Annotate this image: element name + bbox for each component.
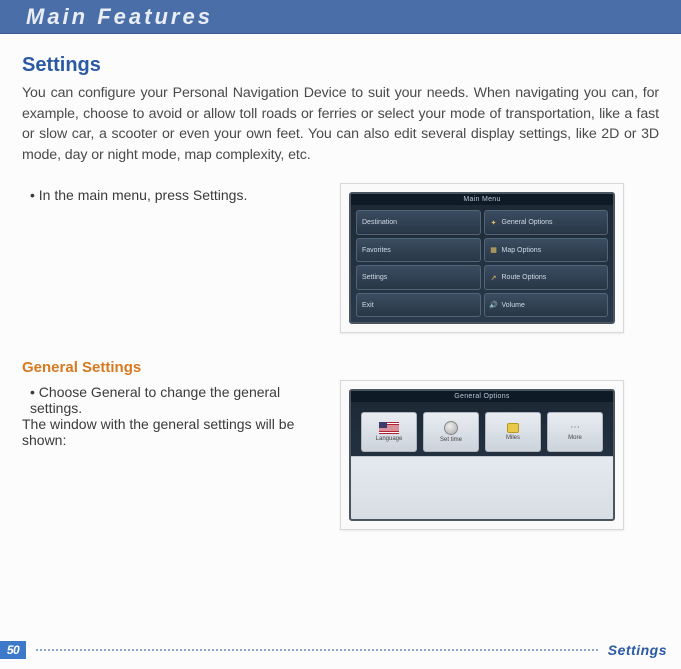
row-mainmenu: • In the main menu, press Settings. Main… [22, 183, 659, 333]
menu-exit[interactable]: Exit [356, 293, 481, 318]
device-title: Main Menu [351, 194, 613, 205]
menu-general-options[interactable]: ✦General Options [484, 210, 609, 235]
menu-settings[interactable]: Settings [356, 265, 481, 290]
page-number-badge: 50 [0, 641, 26, 659]
flag-us-icon [379, 422, 399, 434]
device-general-options: General Options Language Set time [349, 389, 615, 521]
subsection-title: General Settings [22, 359, 659, 376]
row-general: • Choose General to change the general s… [22, 380, 659, 530]
header-bar: Main Features [0, 0, 681, 34]
device-grid: Destination ✦General Options Favorites ▦… [351, 205, 613, 322]
tile-set-time[interactable]: Set time [423, 412, 479, 452]
bullet-press-settings: • In the main menu, press Settings. [22, 187, 322, 203]
map-icon: ▦ [490, 246, 498, 254]
device2-tile-row: Language Set time Miles ⋯ More [351, 402, 613, 456]
menu-favorites[interactable]: Favorites [356, 238, 481, 263]
device2-blank-area [351, 456, 613, 519]
route-icon: ↗ [490, 274, 498, 282]
clock-icon [444, 421, 458, 435]
menu-map-options[interactable]: ▦Map Options [484, 238, 609, 263]
volume-icon: 🔊 [490, 301, 498, 309]
content-area: Settings You can configure your Personal… [0, 34, 681, 530]
wrench-icon: ✦ [490, 219, 498, 227]
footer-dots [36, 649, 598, 651]
more-icon: ⋯ [570, 423, 580, 433]
bullet-choose-general: • Choose General to change the general s… [22, 384, 322, 416]
sub-left-col: • Choose General to change the general s… [22, 380, 322, 530]
menu-route-options[interactable]: ↗Route Options [484, 265, 609, 290]
subsection-line: The window with the general settings wil… [22, 416, 322, 448]
tile-language[interactable]: Language [361, 412, 417, 452]
figure-main-menu: Main Menu Destination ✦General Options F… [340, 183, 624, 333]
page-header-title: Main Features [26, 4, 213, 30]
footer-label: Settings [608, 642, 667, 658]
figure-general-options: General Options Language Set time [340, 380, 624, 530]
units-icon [507, 423, 519, 433]
tile-more[interactable]: ⋯ More [547, 412, 603, 452]
device-main-menu: Main Menu Destination ✦General Options F… [349, 192, 615, 324]
section-title: Settings [22, 54, 659, 77]
device2-body: Language Set time Miles ⋯ More [351, 402, 613, 519]
tile-miles[interactable]: Miles [485, 412, 541, 452]
section-body: You can configure your Personal Navigati… [22, 83, 659, 165]
menu-volume[interactable]: 🔊Volume [484, 293, 609, 318]
bullet-col: • In the main menu, press Settings. [22, 183, 322, 333]
device2-title: General Options [351, 391, 613, 402]
menu-destination[interactable]: Destination [356, 210, 481, 235]
footer: 50 Settings [0, 641, 681, 659]
